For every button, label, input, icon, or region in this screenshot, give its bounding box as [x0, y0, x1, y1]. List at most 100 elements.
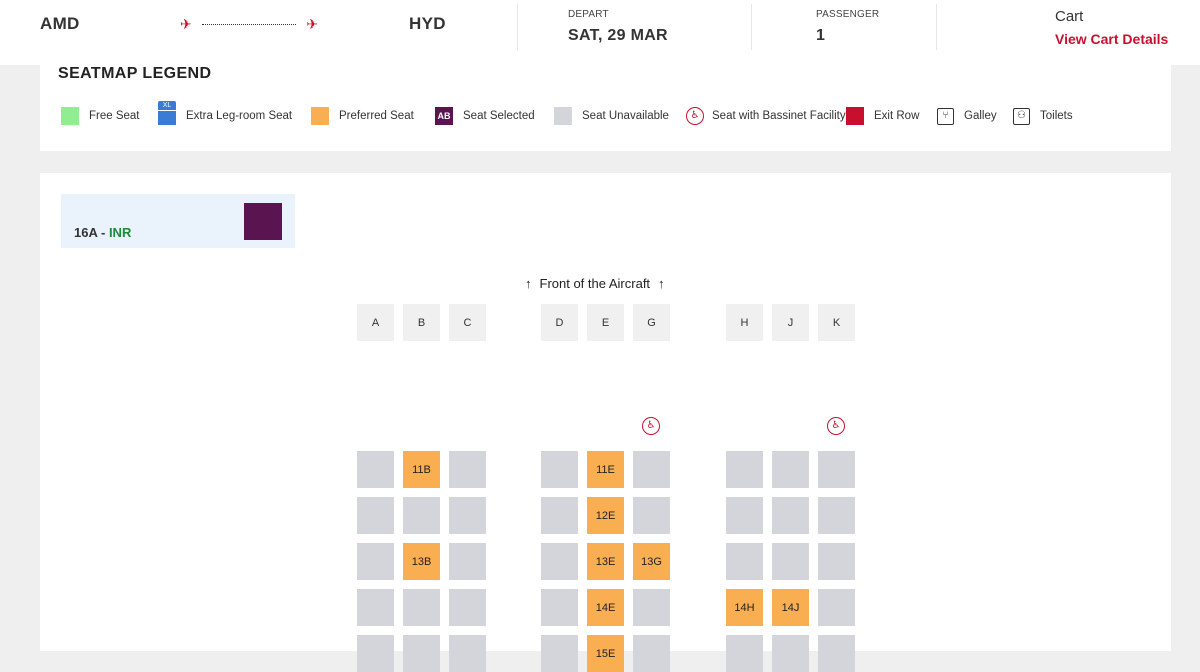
- legend-title: SEATMAP LEGEND: [58, 65, 212, 82]
- seat-unavailable: [541, 451, 578, 488]
- seat-unavailable: [726, 497, 763, 534]
- legend-label: Free Seat: [89, 110, 140, 122]
- unavailable-seat-swatch: [554, 107, 572, 125]
- seat-11e[interactable]: 11E: [587, 451, 624, 488]
- route-indicator: ✈ ✈: [180, 14, 318, 34]
- seat-12e[interactable]: 12E: [587, 497, 624, 534]
- legend-item-galley: ⑂ Galley: [937, 105, 997, 127]
- column-header-j: J: [772, 304, 809, 341]
- seat-14h[interactable]: 14H: [726, 589, 763, 626]
- bassinet-icon: ♿: [686, 107, 704, 125]
- legend-item-free-seat: Free Seat: [61, 105, 140, 127]
- seat-11b[interactable]: 11B: [403, 451, 440, 488]
- seat-unavailable: [633, 635, 670, 672]
- galley-icon: ⑂: [937, 107, 954, 125]
- legend-label: Exit Row: [874, 110, 920, 122]
- seat-13g[interactable]: 13G: [633, 543, 670, 580]
- cart-label: Cart: [1055, 8, 1084, 25]
- seat-unavailable: [633, 451, 670, 488]
- header-divider: [751, 4, 752, 50]
- seatmap-legend: SEATMAP LEGEND Free Seat Extra Leg-room …: [40, 65, 1171, 151]
- seat-map-panel: 16A - INR ↑ Front of the Aircraft ↑ ABC D…: [40, 173, 1171, 672]
- selected-seat-swatch: AB: [435, 107, 453, 125]
- seat-15e[interactable]: 15E: [587, 635, 624, 672]
- selected-seat-swatch: [244, 203, 282, 240]
- seat-14j[interactable]: 14J: [772, 589, 809, 626]
- header-divider: [517, 4, 518, 50]
- seat-unavailable: [403, 497, 440, 534]
- seat-unavailable: [818, 543, 855, 580]
- seat-unavailable: [726, 543, 763, 580]
- seat-unavailable: [541, 589, 578, 626]
- seat-unavailable: [818, 451, 855, 488]
- seat-unavailable: [541, 635, 578, 672]
- legend-item-preferred: Preferred Seat: [311, 105, 414, 127]
- seat-unavailable: [449, 589, 486, 626]
- seat-unavailable: [357, 635, 394, 672]
- legend-item-toilets: ⚇ Toilets: [1013, 105, 1073, 127]
- legend-item-unavailable: Seat Unavailable: [554, 105, 669, 127]
- depart-label: DEPART: [568, 9, 609, 20]
- column-header-e: E: [587, 304, 624, 341]
- seat-unavailable: [357, 589, 394, 626]
- seat-unavailable: [541, 497, 578, 534]
- seat-unavailable: [633, 589, 670, 626]
- origin-code: AMD: [40, 14, 80, 33]
- legend-label: Seat Unavailable: [582, 110, 669, 122]
- legend-label: Galley: [964, 110, 997, 122]
- bassinet-icon: ♿: [827, 417, 845, 435]
- toilet-icon: ⚇: [1013, 107, 1030, 125]
- route-dotted-line: [202, 24, 296, 25]
- legend-label: Preferred Seat: [339, 110, 414, 122]
- seat-unavailable: [357, 451, 394, 488]
- preferred-seat-swatch: [311, 107, 329, 125]
- exit-row-swatch: [846, 107, 864, 125]
- column-header-h: H: [726, 304, 763, 341]
- header-divider: [936, 4, 937, 50]
- seat-unavailable: [772, 635, 809, 672]
- destination-code: HYD: [409, 14, 446, 33]
- front-of-aircraft-indicator: ↑ Front of the Aircraft ↑: [525, 276, 665, 291]
- legend-label: Extra Leg-room Seat: [186, 110, 293, 122]
- column-header-d: D: [541, 304, 578, 341]
- seat-unavailable: [449, 451, 486, 488]
- selected-seat-currency: INR: [108, 225, 132, 240]
- seat-unavailable: [818, 497, 855, 534]
- xl-seat-icon: [158, 101, 176, 125]
- free-seat-swatch: [61, 107, 79, 125]
- column-header-g: G: [633, 304, 670, 341]
- legend-label: Toilets: [1040, 110, 1073, 122]
- selected-seat-number: 16A -: [74, 225, 106, 240]
- selected-seat-summary[interactable]: 16A - INR: [61, 194, 295, 248]
- legend-label: Seat Selected: [463, 110, 535, 122]
- arrow-up-icon: ↑: [658, 276, 665, 291]
- legend-item-extra-legroom: Extra Leg-room Seat: [158, 101, 293, 127]
- seat-unavailable: [403, 589, 440, 626]
- seat-unavailable: [403, 635, 440, 672]
- depart-date: SAT, 29 MAR: [568, 27, 668, 44]
- passenger-count: 1: [816, 27, 826, 44]
- seat-unavailable: [818, 635, 855, 672]
- column-header-a: A: [357, 304, 394, 341]
- seat-unavailable: [449, 635, 486, 672]
- seat-unavailable: [818, 589, 855, 626]
- selected-seat-label: 16A - INR: [74, 225, 131, 240]
- legend-item-exit-row: Exit Row: [846, 105, 919, 127]
- column-header-k: K: [818, 304, 855, 341]
- view-cart-details-link[interactable]: View Cart Details: [1055, 31, 1168, 47]
- seat-unavailable: [726, 451, 763, 488]
- seat-13e[interactable]: 13E: [587, 543, 624, 580]
- seat-unavailable: [449, 543, 486, 580]
- plane-landing-icon: ✈: [306, 16, 318, 32]
- flight-summary-header: AMD ✈ ✈ HYD DEPART SAT, 29 MAR PASSENGER…: [0, 0, 1200, 65]
- seat-13b[interactable]: 13B: [403, 543, 440, 580]
- seat-14e[interactable]: 14E: [587, 589, 624, 626]
- legend-label: Seat with Bassinet Facility: [712, 110, 846, 122]
- seat-unavailable: [633, 497, 670, 534]
- seat-unavailable: [449, 497, 486, 534]
- seat-unavailable: [357, 497, 394, 534]
- seat-unavailable: [772, 497, 809, 534]
- front-label: Front of the Aircraft: [539, 276, 651, 291]
- column-header-b: B: [403, 304, 440, 341]
- passenger-label: PASSENGER: [816, 9, 880, 20]
